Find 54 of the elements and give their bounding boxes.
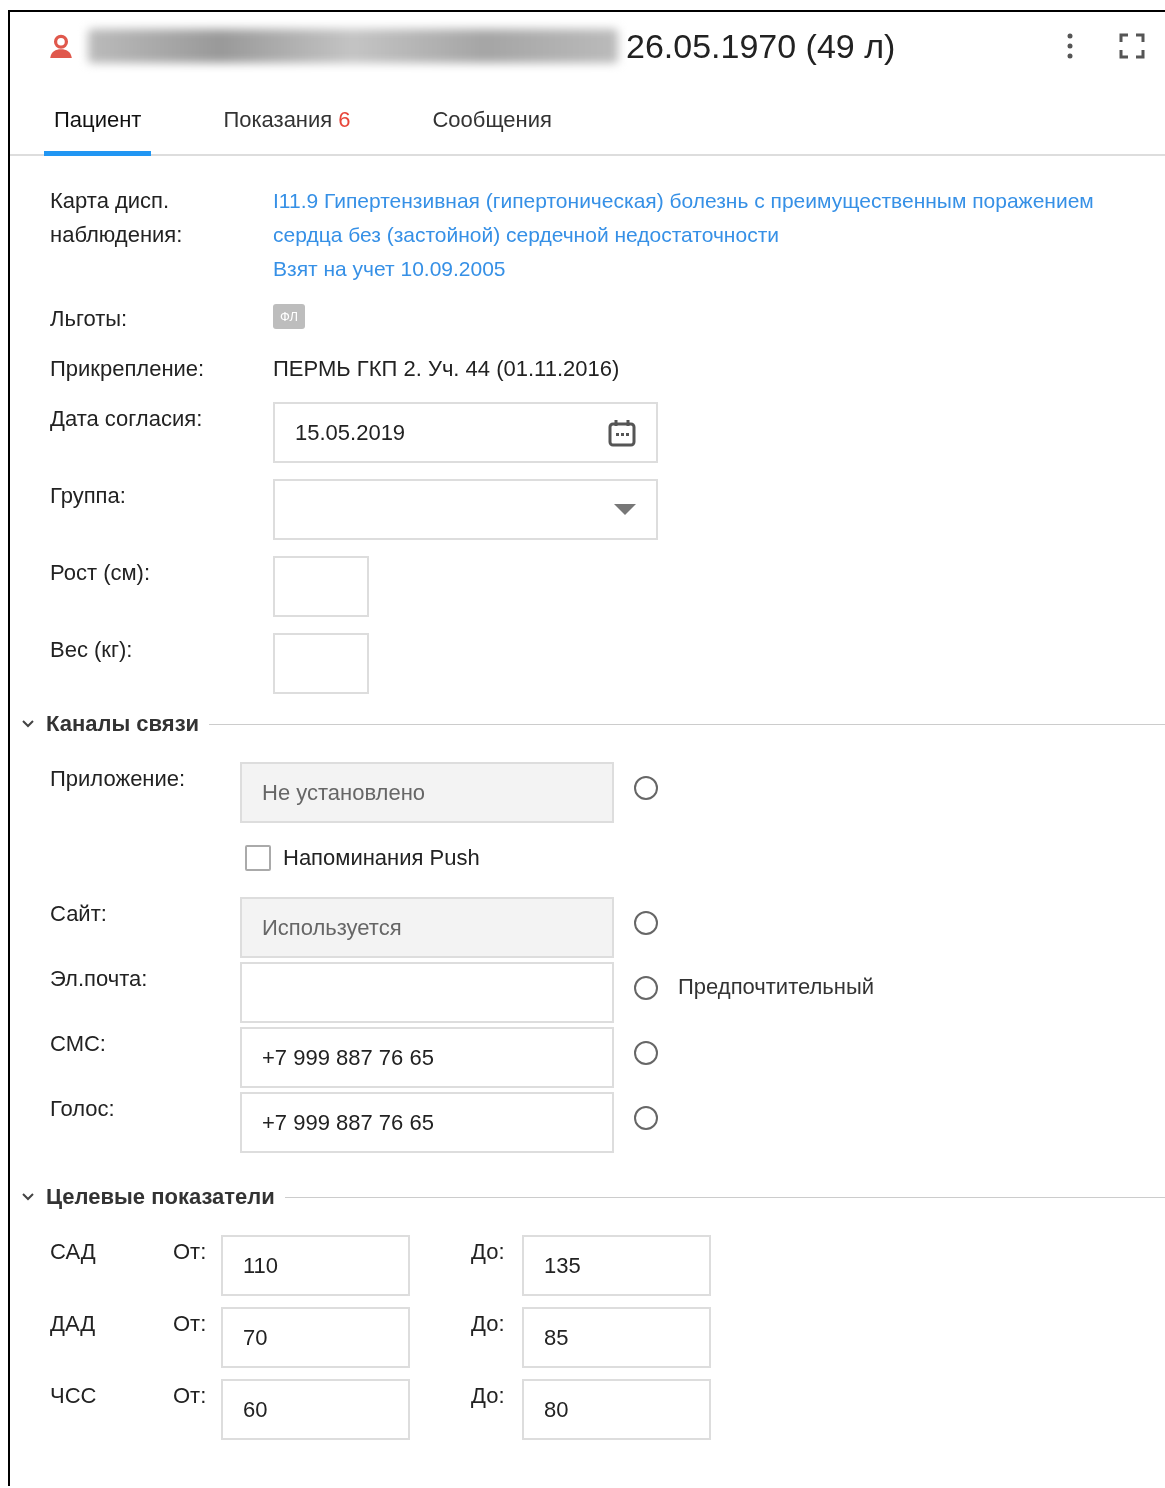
from-label: От: <box>173 1238 208 1266</box>
from-label: От: <box>173 1382 208 1410</box>
channel-field[interactable] <box>240 962 614 1023</box>
tab[interactable]: Сообщения <box>422 107 562 156</box>
to-label: До: <box>471 1310 506 1338</box>
radio-button[interactable] <box>634 976 658 1000</box>
chevron-icon[interactable] <box>22 720 34 728</box>
metric-label: ЧСС <box>50 1382 98 1410</box>
fullscreen-icon[interactable] <box>1119 33 1145 59</box>
metric-label: ДАД <box>50 1310 97 1338</box>
attachment-value: ПЕРМЬ ГКП 2. Уч. 44 (01.11.2016) <box>273 355 620 383</box>
checkbox-label: Напоминания Push <box>283 845 480 871</box>
channel-field[interactable]: +7 999 887 76 65 <box>240 1027 614 1088</box>
field-label: Карта дисп. наблюдения: <box>50 187 184 249</box>
input-field[interactable] <box>273 556 369 617</box>
field-label: Группа: <box>50 482 127 510</box>
calendar-icon[interactable] <box>608 418 636 447</box>
person-icon <box>48 33 74 59</box>
more-icon[interactable] <box>1067 33 1073 59</box>
radio-button[interactable] <box>634 1041 658 1065</box>
field-label: Прикрепление: <box>50 355 206 383</box>
section-title[interactable]: Каналы связи <box>46 711 200 737</box>
field-label: Рост (см): <box>50 559 152 587</box>
field-label: Эл.почта: <box>50 965 149 993</box>
radio-button[interactable] <box>634 1106 658 1130</box>
from-field[interactable]: 110 <box>221 1235 410 1296</box>
field-label: Льготы: <box>50 305 129 333</box>
dropdown-caret-icon <box>614 504 636 515</box>
section-title[interactable]: Целевые показатели <box>46 1184 275 1210</box>
field-label: СМС: <box>50 1030 107 1058</box>
field-label: Вес (кг): <box>50 636 134 664</box>
birth-date: 26.05.1970 (49 л) <box>626 26 896 66</box>
field-label: Сайт: <box>50 900 108 928</box>
radio-label: Предпочтительный <box>678 974 874 1000</box>
metric-label: САД <box>50 1238 97 1266</box>
tab[interactable]: Пациент <box>44 107 152 156</box>
from-field[interactable]: 60 <box>221 1379 410 1440</box>
benefit-tag: ФЛ <box>273 304 305 329</box>
to-label: До: <box>471 1238 506 1266</box>
field-label: Голос: <box>50 1095 116 1123</box>
to-label: До: <box>471 1382 506 1410</box>
channel-field[interactable]: +7 999 887 76 65 <box>240 1092 614 1153</box>
field-label: Приложение: <box>50 765 187 793</box>
to-field[interactable]: 85 <box>522 1307 711 1368</box>
to-field[interactable]: 135 <box>522 1235 711 1296</box>
chevron-icon[interactable] <box>22 1193 34 1201</box>
checkbox[interactable] <box>245 845 271 871</box>
date-field[interactable]: 15.05.2019 <box>273 402 658 463</box>
to-field[interactable]: 80 <box>522 1379 711 1440</box>
from-field[interactable]: 70 <box>221 1307 410 1368</box>
from-label: От: <box>173 1310 208 1338</box>
field-label: Дата согласия: <box>50 405 204 433</box>
input-field[interactable] <box>273 633 369 694</box>
tab[interactable]: Показания 6 <box>213 107 361 156</box>
